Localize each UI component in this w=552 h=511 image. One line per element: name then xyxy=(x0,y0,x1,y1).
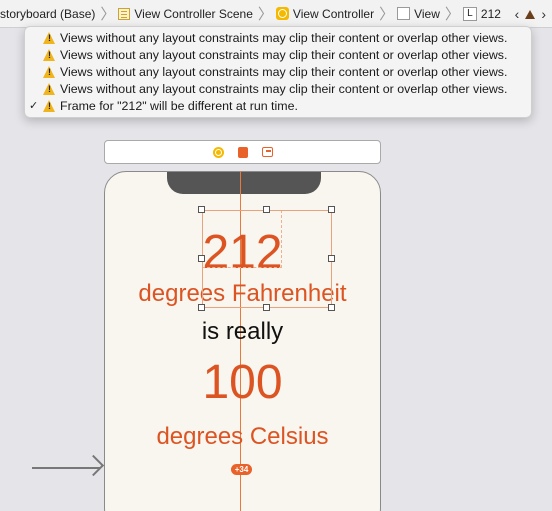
celsius-unit-label[interactable]: degrees Celsius xyxy=(104,423,381,451)
scene-dock xyxy=(104,140,381,164)
breadcrumb-view-controller[interactable]: View Controller xyxy=(275,0,376,27)
issue-text: Frame for "212" will be different at run… xyxy=(60,98,298,113)
view-icon xyxy=(397,7,411,20)
chevron-right-icon[interactable]: › xyxy=(541,6,546,22)
arrow-right-icon xyxy=(82,454,105,477)
breadcrumb-separator-icon: 〉 xyxy=(379,6,395,23)
issue-row[interactable]: Views without any layout constraints may… xyxy=(43,29,531,46)
warning-icon xyxy=(43,48,56,61)
warning-icon xyxy=(43,82,56,95)
warning-icon xyxy=(43,65,56,78)
view-controller-icon[interactable] xyxy=(212,146,224,158)
resize-handle-left[interactable] xyxy=(198,255,205,262)
issue-text: Views without any layout constraints may… xyxy=(60,47,508,62)
issue-text: Views without any layout constraints may… xyxy=(60,81,508,96)
jump-bar-navigation: ‹ › xyxy=(515,0,546,28)
issues-popover: Views without any layout constraints may… xyxy=(24,26,532,118)
issue-row[interactable]: Views without any layout constraints may… xyxy=(43,63,531,80)
breadcrumb-scene[interactable]: View Controller Scene xyxy=(118,0,255,27)
resize-handle-top-left[interactable] xyxy=(198,206,205,213)
issue-row[interactable]: Views without any layout constraints may… xyxy=(43,46,531,63)
device-notch xyxy=(167,172,321,194)
issues-warning-icon[interactable] xyxy=(525,9,536,19)
breadcrumb-label: View Controller xyxy=(292,6,375,21)
breadcrumb-view[interactable]: View xyxy=(397,0,442,27)
breadcrumb-label: storyboard (Base) xyxy=(0,6,96,21)
scene-icon xyxy=(118,7,131,20)
first-responder-icon[interactable] xyxy=(237,146,248,158)
issue-text: Views without any layout constraints may… xyxy=(60,30,508,45)
view-controller-icon xyxy=(275,7,289,20)
connector-label[interactable]: is really xyxy=(104,318,381,346)
breadcrumb-label: View Controller Scene xyxy=(134,6,253,21)
exit-icon[interactable] xyxy=(261,147,273,157)
checkmark-icon: ✓ xyxy=(29,100,39,112)
warning-icon xyxy=(43,31,56,44)
label-icon: L xyxy=(462,6,477,21)
selection-frame[interactable] xyxy=(202,210,332,308)
resize-handle-bottom-left[interactable] xyxy=(198,304,205,311)
spacing-badge: +34 xyxy=(231,464,252,475)
breadcrumb-storyboard[interactable]: storyboard (Base) xyxy=(0,0,97,27)
resize-handle-top[interactable] xyxy=(263,206,270,213)
warning-icon xyxy=(43,99,56,112)
resize-handle-bottom[interactable] xyxy=(263,304,270,311)
chevron-left-icon[interactable]: ‹ xyxy=(515,6,520,22)
issue-row[interactable]: Views without any layout constraints may… xyxy=(43,80,531,97)
issue-text: Views without any layout constraints may… xyxy=(60,64,508,79)
breadcrumb-separator-icon: 〉 xyxy=(257,6,273,23)
resize-handle-right[interactable] xyxy=(328,255,335,262)
resize-handle-bottom-right[interactable] xyxy=(328,304,335,311)
breadcrumb-label: View xyxy=(414,6,440,21)
breadcrumb-label-212[interactable]: L 212 xyxy=(462,0,503,27)
celsius-value-label[interactable]: 100 xyxy=(104,355,381,410)
breadcrumb-separator-icon: 〉 xyxy=(444,6,460,23)
issue-row-selected[interactable]: ✓ Frame for "212" will be different at r… xyxy=(29,97,531,114)
resize-handle-top-right[interactable] xyxy=(328,206,335,213)
jump-bar: storyboard (Base) 〉 View Controller Scen… xyxy=(0,0,552,28)
breadcrumb-label: 212 xyxy=(480,6,501,21)
breadcrumb-separator-icon: 〉 xyxy=(100,6,116,23)
